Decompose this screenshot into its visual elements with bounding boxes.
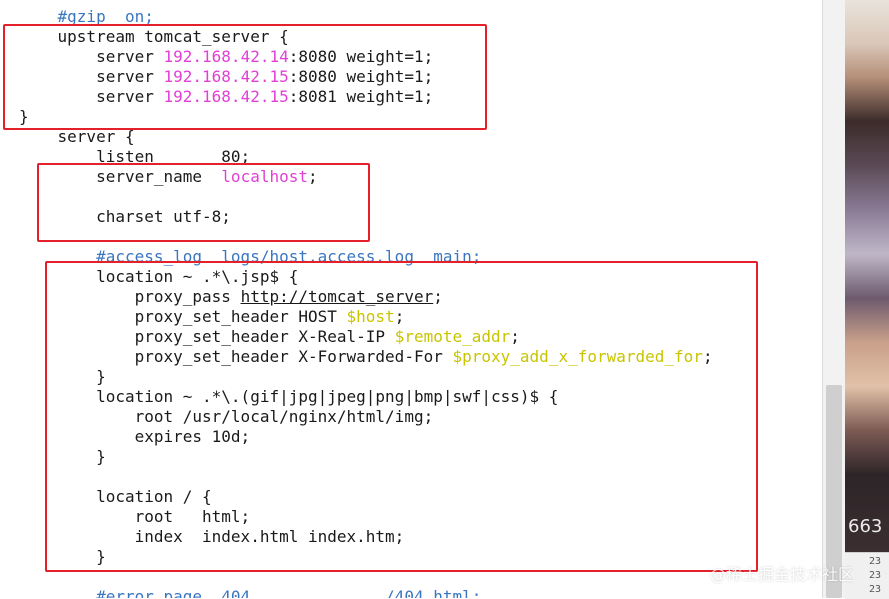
code-line[interactable]: server { <box>19 127 135 147</box>
watermark-text: @稀土掘金技术社区 <box>710 565 855 584</box>
code-line[interactable]: #error_page 404 /404.html; <box>19 587 481 598</box>
side-panel-line: 23 <box>869 570 882 581</box>
highlight-box-upstream <box>3 24 487 130</box>
highlight-box-server-name <box>37 163 370 242</box>
code-token-comment: #error_page 404 /404.html; <box>19 587 482 598</box>
background-photo <box>845 0 889 552</box>
photo-number: 663 <box>848 516 883 537</box>
highlight-box-locations <box>45 261 758 572</box>
side-panel-line: 23 <box>869 556 882 567</box>
side-panel-line: 23 <box>869 584 882 595</box>
vertical-scrollbar[interactable] <box>822 0 845 598</box>
